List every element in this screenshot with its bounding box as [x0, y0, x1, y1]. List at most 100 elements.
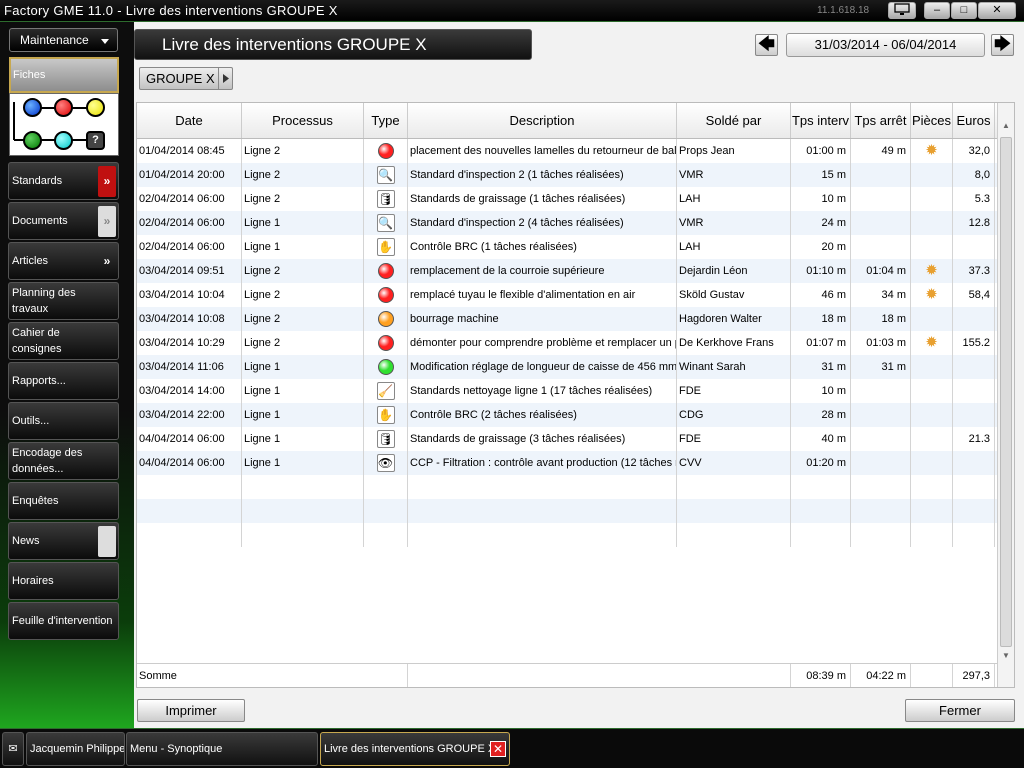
col-tps-arret[interactable]: Tps arrêt — [851, 103, 911, 138]
table-row[interactable]: 03/04/2014 10:04 Ligne 2 remplacé tuyau le… — [137, 283, 997, 307]
yellow-status-dot[interactable] — [86, 98, 105, 117]
scroll-up-icon[interactable]: ▲ — [1000, 121, 1012, 133]
cleaning-icon: 🧹 — [376, 382, 395, 400]
cell-euros — [953, 499, 995, 523]
cell-date: 01/04/2014 20:00 — [137, 163, 242, 187]
sum-pieces — [911, 664, 953, 687]
nav-label: Planning des travaux — [12, 287, 76, 315]
scroll-down-icon[interactable]: ▼ — [1000, 651, 1012, 663]
cell-process — [242, 475, 364, 499]
table-row[interactable]: 02/04/2014 06:00 Ligne 2 🛢 Standards de gra… — [137, 187, 997, 211]
group-selector[interactable]: GROUPE X — [139, 67, 233, 90]
nav-documents[interactable]: Documents » — [8, 202, 119, 240]
parts-gear-icon[interactable]: ✹ — [925, 283, 938, 307]
prev-period-button[interactable]: 🡄 — [755, 34, 778, 56]
cell-pieces: ✹ — [911, 331, 953, 355]
col-pieces[interactable]: Pièces — [911, 103, 953, 138]
table-row[interactable]: 03/04/2014 09:51 Ligne 2 remplacement de l… — [137, 259, 997, 283]
user-icon[interactable]: ✉ — [2, 732, 24, 766]
brc-icon: ✋ — [376, 406, 395, 424]
cell-tps-interv: 31 m — [791, 355, 851, 379]
nav-feuille[interactable]: Feuille d'intervention — [8, 602, 119, 640]
nav-horaires[interactable]: Horaires — [8, 562, 119, 600]
red-status-dot[interactable] — [54, 98, 73, 117]
table-row[interactable]: 03/04/2014 10:08 Ligne 2 bourrage machine H… — [137, 307, 997, 331]
col-solde-par[interactable]: Soldé par — [677, 103, 791, 138]
taskbar-active-window[interactable]: Livre des interventions GROUPE X ✕ — [320, 732, 510, 766]
minimize-button[interactable]: – — [924, 2, 950, 19]
cell-date: 03/04/2014 10:29 — [137, 331, 242, 355]
nav-label: Documents — [12, 215, 68, 227]
table-row[interactable]: 02/04/2014 06:00 Ligne 1 ✋ Contrôle BRC (1 … — [137, 235, 997, 259]
close-window-button[interactable]: ✕ — [978, 2, 1016, 19]
module-dropdown[interactable]: Maintenance — [9, 28, 118, 52]
parts-gear-icon[interactable]: ✹ — [925, 331, 938, 355]
scroll-thumb[interactable] — [1000, 137, 1012, 647]
table-row[interactable]: 01/04/2014 08:45 Ligne 2 placement des nou… — [137, 139, 997, 163]
nav-encodage[interactable]: Encodage des données... — [8, 442, 119, 480]
sum-arret: 04:22 m — [851, 664, 911, 687]
col-description[interactable]: Description — [408, 103, 677, 138]
cell-euros: 155.2 — [953, 331, 995, 355]
cell-description — [408, 499, 677, 523]
cell-tps-interv: 20 m — [791, 235, 851, 259]
blue-status-dot[interactable] — [23, 98, 42, 117]
module-label: Maintenance — [20, 33, 89, 47]
help-icon[interactable]: ? — [86, 131, 105, 150]
sum-empty — [408, 664, 791, 687]
nav-cahier[interactable]: Cahier de consignes — [8, 322, 119, 360]
table-row[interactable]: 03/04/2014 22:00 Ligne 1 ✋ Contrôle BRC (2 … — [137, 403, 997, 427]
cell-type: ✋ — [364, 235, 408, 259]
close-icon[interactable]: ✕ — [490, 741, 506, 757]
table-row[interactable]: 03/04/2014 11:06 Ligne 1 Modification régl… — [137, 355, 997, 379]
parts-gear-icon[interactable]: ✹ — [925, 139, 938, 163]
cell-euros — [953, 355, 995, 379]
vertical-scrollbar[interactable]: ▲ ▼ — [997, 103, 1014, 687]
taskbar-user[interactable]: Jacquemin Philippe — [26, 732, 125, 766]
taskbar-menu[interactable]: Menu - Synoptique — [126, 732, 318, 766]
next-period-button[interactable]: 🡆 — [991, 34, 1014, 56]
print-button[interactable]: Imprimer — [137, 699, 245, 722]
green-status-dot[interactable] — [23, 131, 42, 150]
nav-rapports[interactable]: Rapports... — [8, 362, 119, 400]
cell-tps-interv: 01:00 m — [791, 139, 851, 163]
nav-standards[interactable]: Standards » — [8, 162, 119, 200]
monitor-icon[interactable] — [888, 2, 916, 19]
nav-news[interactable]: News — [8, 522, 119, 560]
cell-process: Ligne 1 — [242, 427, 364, 451]
cell-date: 04/04/2014 06:00 — [137, 427, 242, 451]
parts-gear-icon[interactable]: ✹ — [925, 259, 938, 283]
table-row[interactable] — [137, 499, 997, 523]
col-processus[interactable]: Processus — [242, 103, 364, 138]
nav-enquetes[interactable]: Enquêtes — [8, 482, 119, 520]
cell-date: 04/04/2014 06:00 — [137, 451, 242, 475]
table-row[interactable]: 01/04/2014 20:00 Ligne 2 🔍 Standard d'inspe… — [137, 163, 997, 187]
nav-outils[interactable]: Outils... — [8, 402, 119, 440]
table-row[interactable] — [137, 475, 997, 499]
col-tps-interv[interactable]: Tps interv — [791, 103, 851, 138]
table-row[interactable]: 03/04/2014 14:00 Ligne 1 🧹 Standards nettoy… — [137, 379, 997, 403]
nav-articles[interactable]: Articles » — [8, 242, 119, 280]
table-row[interactable]: 04/04/2014 06:00 Ligne 1 🛢 Standards de gra… — [137, 427, 997, 451]
sum-row: Somme 08:39 m 04:22 m 297,3 — [137, 663, 997, 687]
news-indicator — [98, 526, 116, 557]
col-date[interactable]: Date — [137, 103, 242, 138]
cell-solde-par: FDE — [677, 379, 791, 403]
date-range-field[interactable]: 31/03/2014 - 06/04/2014 — [786, 33, 985, 57]
table-row[interactable] — [137, 523, 997, 547]
fiches-button[interactable]: Fiches — [9, 57, 119, 93]
cell-type — [364, 307, 408, 331]
table-row[interactable]: 04/04/2014 06:00 Ligne 1 👁 CCP - Filtration… — [137, 451, 997, 475]
table-row[interactable]: 03/04/2014 10:29 Ligne 2 démonter pour com… — [137, 331, 997, 355]
cyan-status-dot[interactable] — [54, 131, 73, 150]
cell-process — [242, 499, 364, 523]
close-button[interactable]: Fermer — [905, 699, 1015, 722]
nav-planning[interactable]: Planning des travaux — [8, 282, 119, 320]
cell-process — [242, 523, 364, 547]
maximize-button[interactable]: □ — [951, 2, 977, 19]
table-row[interactable]: 02/04/2014 06:00 Ligne 1 🔍 Standard d'inspe… — [137, 211, 997, 235]
col-type[interactable]: Type — [364, 103, 408, 138]
cell-date: 03/04/2014 14:00 — [137, 379, 242, 403]
cell-description: démonter pour comprendre problème et rem… — [408, 331, 677, 355]
col-euros[interactable]: Euros — [953, 103, 995, 138]
